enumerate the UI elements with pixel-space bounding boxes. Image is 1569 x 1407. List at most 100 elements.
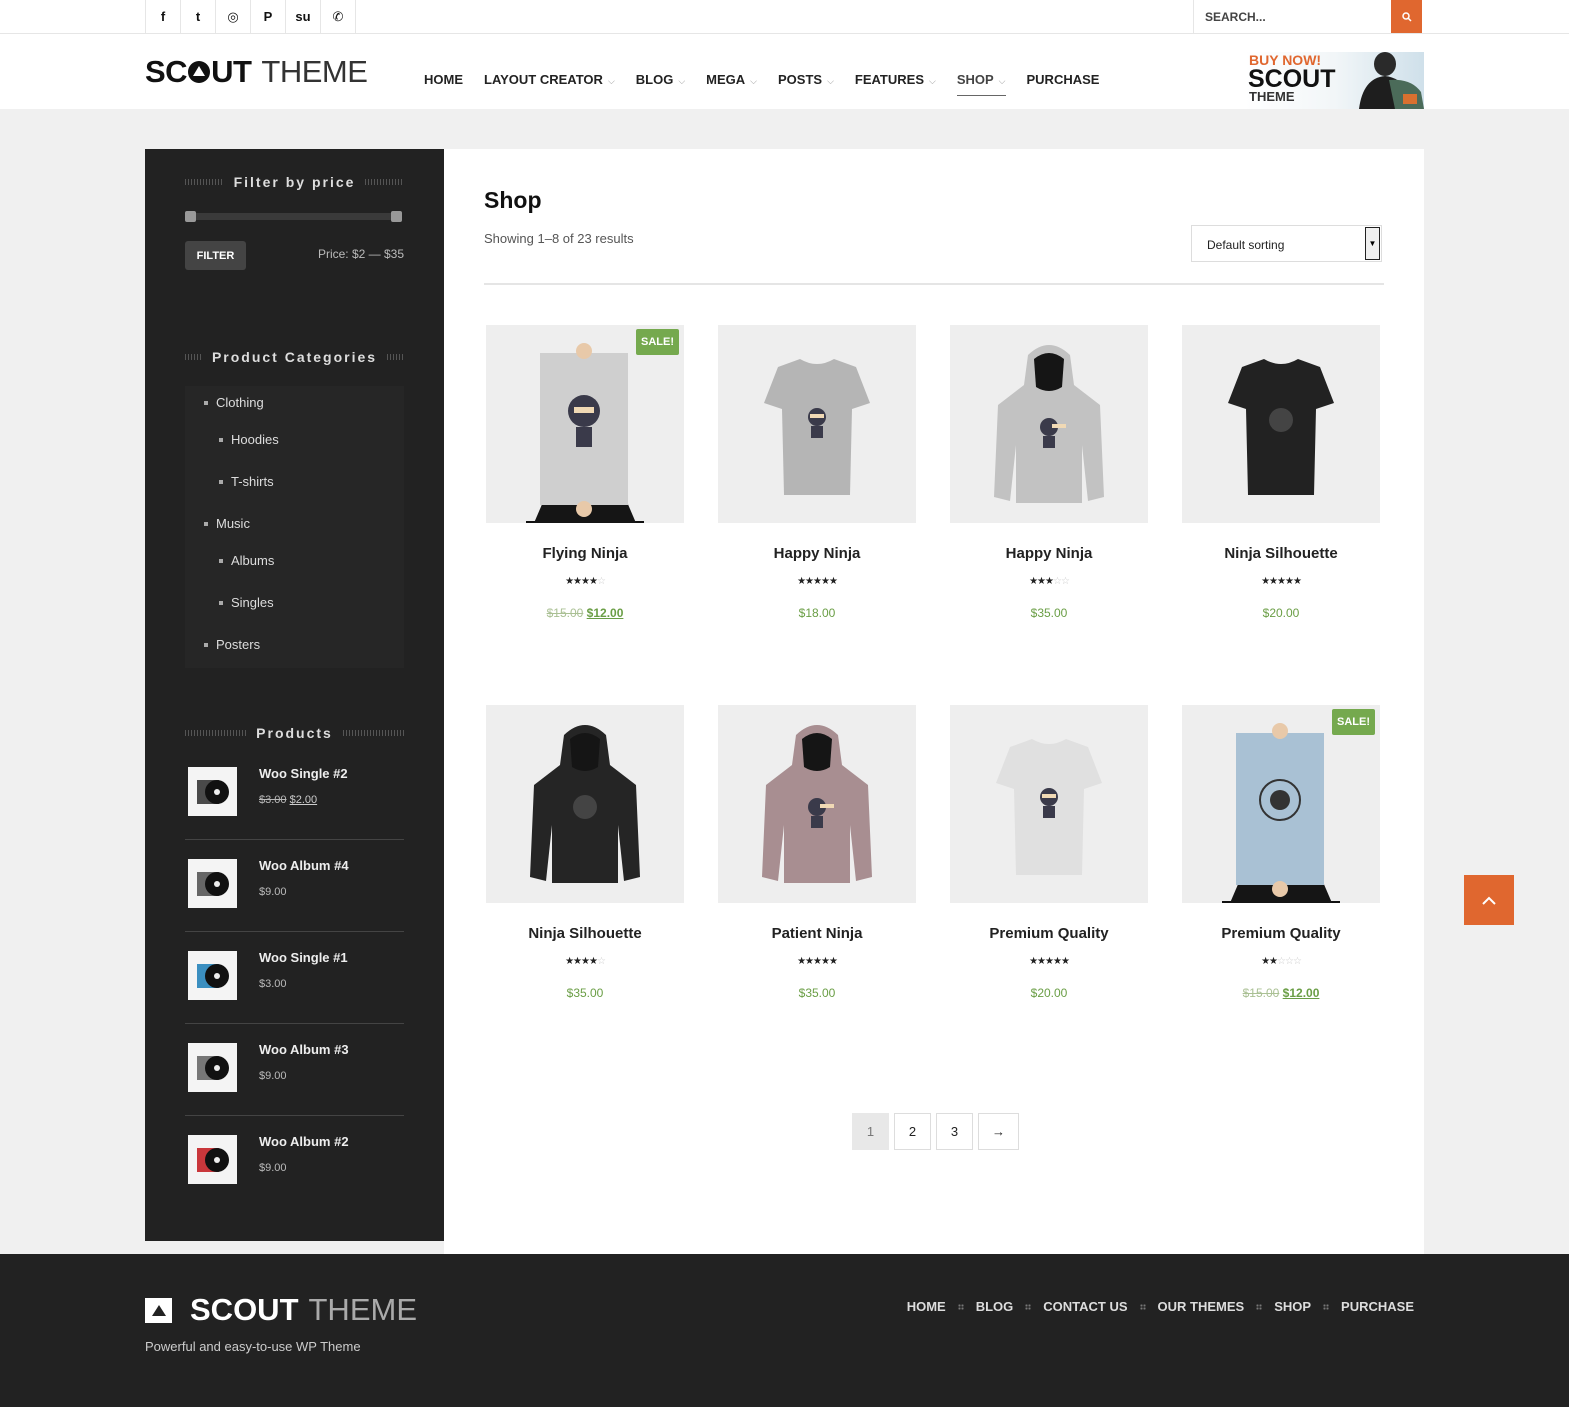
product-card[interactable]: Patient Ninja ★★★★★ $35.00 xyxy=(718,705,916,1005)
category-clothing[interactable]: Clothing xyxy=(204,395,264,410)
logo-bold-part-a: SC xyxy=(145,54,188,89)
product-price: $9.00 xyxy=(259,1162,287,1174)
footer-nav: HOME BLOG CONTACT US OUR THEMES SHOP PURCHASE xyxy=(907,1299,1414,1314)
product-title[interactable]: Patient Ninja xyxy=(718,925,916,942)
product-name[interactable]: Woo Single #1 xyxy=(259,950,348,965)
price-range-slider[interactable] xyxy=(185,211,402,222)
product-thumbnail[interactable] xyxy=(188,1135,237,1184)
product-card[interactable]: Happy Ninja ★★★★★ $18.00 xyxy=(718,325,916,625)
product-card[interactable]: Ninja Silhouette ★★★★★ $20.00 xyxy=(1182,325,1380,625)
product-card[interactable]: SALE! Flying Ninja ★★★★☆ $15.00 $12.00 xyxy=(486,325,684,625)
footer-link-our-themes[interactable]: OUR THEMES xyxy=(1158,1299,1245,1314)
site-header: SC UT THEME HOME LAYOUT CREATOR ⌵ BLOG ⌵ MEGA ⌵… xyxy=(0,34,1569,109)
sorting-select[interactable]: Default sorting ▼ xyxy=(1191,225,1382,262)
page-1-button[interactable]: 1 xyxy=(852,1113,889,1150)
search-button[interactable] xyxy=(1391,0,1422,33)
old-price: $15.00 xyxy=(1242,986,1280,1000)
product-card[interactable]: Premium Quality ★★★★★ $20.00 xyxy=(950,705,1148,1005)
product-thumbnail[interactable] xyxy=(188,859,237,908)
product-title[interactable]: Flying Ninja xyxy=(486,545,684,562)
nav-item-purchase[interactable]: PURCHASE xyxy=(1027,72,1100,87)
product-card[interactable]: Ninja Silhouette ★★★★☆ $35.00 xyxy=(486,705,684,1005)
product-image[interactable] xyxy=(950,325,1148,523)
facebook-icon[interactable]: f xyxy=(146,0,181,33)
album-cover-image xyxy=(196,1055,229,1080)
product-name[interactable]: Woo Single #2 xyxy=(259,766,348,781)
sidebar-product-item[interactable]: Woo Album #3 $9.00 xyxy=(185,1024,404,1116)
star-icon: ★ xyxy=(797,576,806,587)
product-title[interactable]: Ninja Silhouette xyxy=(1182,545,1380,562)
product-title[interactable]: Happy Ninja xyxy=(718,545,916,562)
category-t-shirts[interactable]: T-shirts xyxy=(219,474,274,489)
product-thumbnail[interactable] xyxy=(188,951,237,1000)
product-price: $35.00 xyxy=(950,606,1148,620)
product-name[interactable]: Woo Album #3 xyxy=(259,1042,349,1057)
product-card[interactable]: Happy Ninja ★★★☆☆ $35.00 xyxy=(950,325,1148,625)
social-links: f t ◎ Psu ✆ xyxy=(145,0,356,34)
nav-item-mega[interactable]: MEGA ⌵ xyxy=(706,72,757,87)
product-image[interactable] xyxy=(486,705,684,903)
nav-item-home[interactable]: HOME xyxy=(424,72,463,87)
slider-min-handle[interactable] xyxy=(185,211,196,222)
nav-item-features[interactable]: FEATURES ⌵ xyxy=(855,72,936,87)
nav-item-layout-creator[interactable]: LAYOUT CREATOR ⌵ xyxy=(484,72,615,87)
star-icon: ★ xyxy=(1037,956,1046,967)
old-price: $15.00 xyxy=(546,606,584,620)
product-image[interactable] xyxy=(1182,325,1380,523)
product-name[interactable]: Woo Album #2 xyxy=(259,1134,349,1149)
nav-item-blog[interactable]: BLOG ⌵ xyxy=(636,72,685,87)
next-page-button[interactable]: → xyxy=(978,1113,1019,1150)
product-name[interactable]: Woo Album #4 xyxy=(259,858,349,873)
page-2-button[interactable]: 2 xyxy=(894,1113,931,1150)
site-logo[interactable]: SC UT THEME xyxy=(145,54,368,90)
product-title[interactable]: Premium Quality xyxy=(950,925,1148,942)
sidebar-product-item[interactable]: Woo Album #2 $9.00 xyxy=(185,1116,404,1208)
product-price: $35.00 xyxy=(718,986,916,1000)
star-icon: ★ xyxy=(1277,576,1286,587)
star-icon: ★ xyxy=(1284,576,1294,587)
product-categories-title: Product Categories xyxy=(185,347,404,367)
star-icon: ★ xyxy=(573,956,582,967)
sidebar-product-item[interactable]: Woo Single #2 $3.00 $2.00 xyxy=(185,748,404,840)
buy-now-banner[interactable]: BUY NOW! SCOUT THEME xyxy=(1245,52,1424,109)
product-title[interactable]: Happy Ninja xyxy=(950,545,1148,562)
product-thumbnail[interactable] xyxy=(188,1043,237,1092)
footer-link-contact-us[interactable]: CONTACT US xyxy=(1043,1299,1127,1314)
pinterest-icon[interactable]: P xyxy=(251,0,286,33)
product-card[interactable]: SALE! Premium Quality ★★☆☆☆ $15.00 $12.00 xyxy=(1182,705,1380,1005)
search-input[interactable] xyxy=(1194,0,1392,33)
instagram-icon[interactable]: ◎ xyxy=(216,0,251,33)
sidebar-product-item[interactable]: Woo Album #4 $9.00 xyxy=(185,840,404,932)
footer-link-shop[interactable]: SHOP xyxy=(1274,1299,1311,1314)
nav-item-shop[interactable]: SHOP ⌵ xyxy=(956,72,1006,96)
footer-link-purchase[interactable]: PURCHASE xyxy=(1341,1299,1414,1314)
footer-link-home[interactable]: HOME xyxy=(907,1299,946,1314)
twitter-icon[interactable]: t xyxy=(181,0,216,33)
footer-logo[interactable]: SCOUT THEME xyxy=(145,1292,417,1328)
product-image[interactable] xyxy=(718,325,916,523)
product-title[interactable]: Ninja Silhouette xyxy=(486,925,684,942)
filter-button[interactable]: FILTER xyxy=(185,241,246,270)
dropdown-arrow-icon[interactable]: ▼ xyxy=(1365,227,1380,260)
category-singles[interactable]: Singles xyxy=(219,595,274,610)
tshirt-image xyxy=(1228,359,1334,495)
nav-item-posts[interactable]: POSTS ⌵ xyxy=(778,72,834,87)
stumbleupon-icon[interactable]: su xyxy=(286,0,321,33)
whatsapp-icon[interactable]: ✆ xyxy=(321,0,356,33)
sidebar-product-item[interactable]: Woo Single #1 $3.00 xyxy=(185,932,404,1024)
category-posters[interactable]: Posters xyxy=(204,637,260,652)
footer-link-blog[interactable]: BLOG xyxy=(976,1299,1014,1314)
page-3-button[interactable]: 3 xyxy=(936,1113,973,1150)
category-albums[interactable]: Albums xyxy=(219,553,274,568)
product-title[interactable]: Premium Quality xyxy=(1182,925,1380,942)
product-image[interactable] xyxy=(718,705,916,903)
footer-nav-separator xyxy=(1323,1303,1330,1310)
slider-max-handle[interactable] xyxy=(391,211,402,222)
nav-item-label: BLOG xyxy=(635,72,674,87)
product-image[interactable] xyxy=(950,705,1148,903)
back-to-top-button[interactable] xyxy=(1464,875,1514,925)
product-thumbnail[interactable] xyxy=(188,767,237,816)
category-hoodies[interactable]: Hoodies xyxy=(219,432,279,447)
category-music[interactable]: Music xyxy=(204,516,250,531)
chevron-down-icon: ⌵ xyxy=(750,76,757,86)
